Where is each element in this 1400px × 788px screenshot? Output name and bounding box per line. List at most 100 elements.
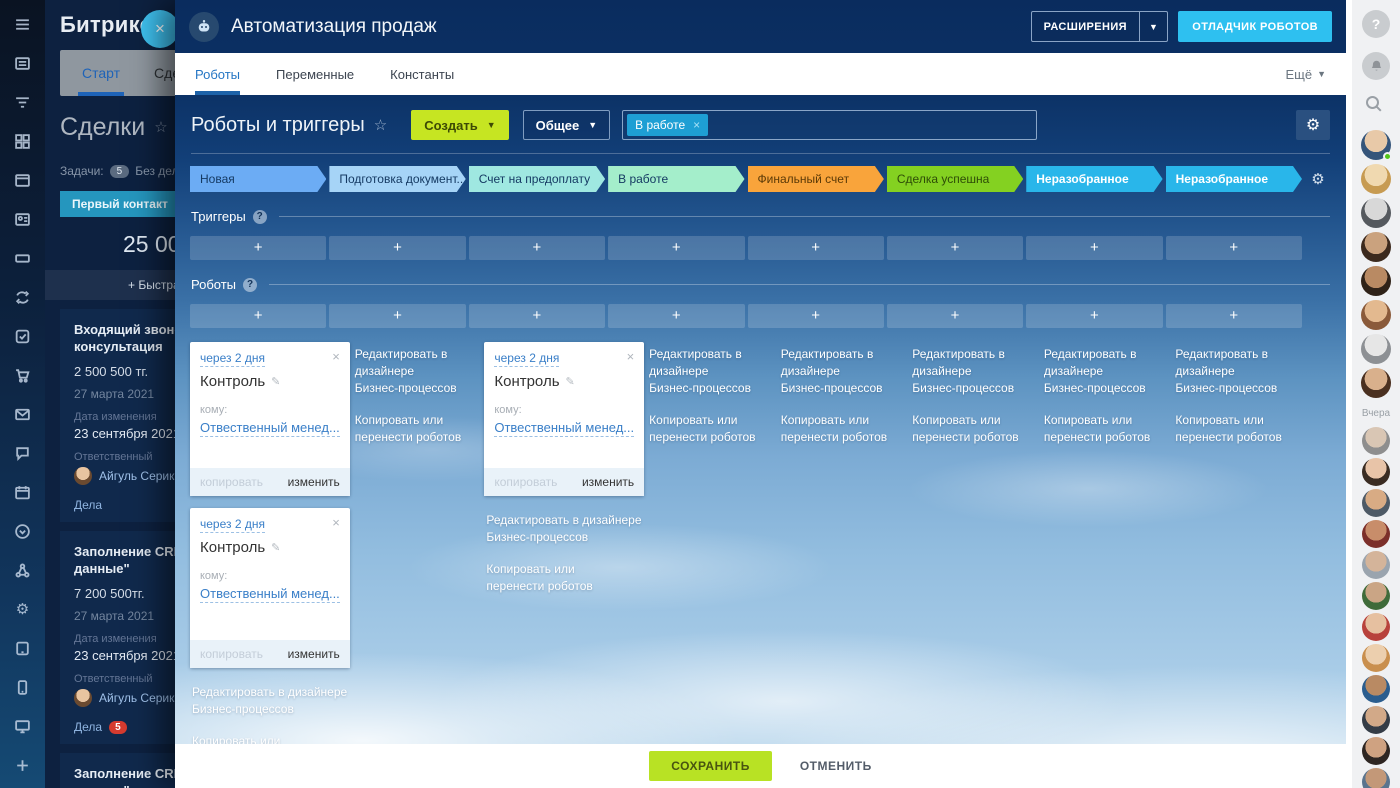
responsible-name[interactable]: Айгуль Серикбаева — [99, 691, 175, 705]
extensions-button[interactable]: РАСШИРЕНИЯ ▼ — [1031, 11, 1169, 42]
menu-icon[interactable] — [13, 14, 33, 34]
copy-or-move-link[interactable]: Копировать или — [486, 561, 642, 578]
add-trigger-button[interactable]: + — [608, 236, 744, 260]
tablet-icon[interactable] — [13, 638, 33, 658]
edit-in-designer-link[interactable]: Редактировать в дизайнере — [1175, 346, 1300, 380]
copy-or-move-link[interactable]: Копировать или — [1175, 412, 1300, 429]
edit-in-designer-link[interactable]: Редактировать в дизайнере — [192, 684, 348, 701]
search-icon[interactable] — [1364, 94, 1388, 118]
stages-settings-icon[interactable]: ⚙ — [1305, 166, 1331, 192]
activities-link[interactable]: Дела — [74, 498, 102, 512]
contacts-icon[interactable] — [13, 209, 33, 229]
copy-robot-button[interactable]: копировать — [200, 475, 263, 489]
edit-pencil-icon[interactable]: ✎ — [271, 541, 280, 554]
robot-delay-link[interactable]: через 2 дня — [494, 351, 559, 367]
robot-recipient-link[interactable]: Отвественный менед... — [200, 586, 340, 603]
robot-card[interactable]: через 2 дня× Контроль✎ кому: Отвественны… — [484, 342, 644, 496]
user-avatar[interactable] — [1362, 520, 1390, 548]
robot-delay-link[interactable]: через 2 дня — [200, 351, 265, 367]
updates-icon[interactable] — [13, 521, 33, 541]
copy-robot-button[interactable]: копировать — [200, 647, 263, 661]
deal-card[interactable]: Входящий звонок, первичная консультация … — [60, 309, 175, 522]
add-robot-button[interactable]: + — [1026, 304, 1162, 328]
scope-dropdown[interactable]: Общее▼ — [523, 110, 611, 140]
feed-icon[interactable] — [13, 53, 33, 73]
close-slider-button[interactable]: × — [141, 10, 179, 48]
edit-in-designer-link[interactable]: Редактировать в дизайнере — [1044, 346, 1169, 380]
delete-robot-icon[interactable]: × — [332, 517, 340, 529]
user-avatar[interactable] — [1361, 300, 1391, 330]
copy-or-move-link[interactable]: Копировать или — [1044, 412, 1169, 429]
user-avatar[interactable] — [1361, 368, 1391, 398]
copy-or-move-link[interactable]: Копировать или — [781, 412, 906, 429]
storage-icon[interactable] — [13, 248, 33, 268]
user-avatar[interactable] — [1362, 551, 1390, 579]
add-robot-button[interactable]: + — [748, 304, 884, 328]
edit-robot-button[interactable]: изменить — [288, 647, 340, 661]
user-avatar[interactable] — [1361, 130, 1391, 160]
tasks-icon[interactable] — [13, 326, 33, 346]
add-trigger-button[interactable]: + — [469, 236, 605, 260]
robot-recipient-link[interactable]: Отвественный менед... — [200, 420, 340, 437]
user-avatar[interactable] — [1362, 737, 1390, 765]
user-avatar[interactable] — [1361, 198, 1391, 228]
add-robot-button[interactable]: + — [469, 304, 605, 328]
stage-chip[interactable]: Счет на предоплату — [469, 166, 605, 192]
edit-in-designer-link[interactable]: Редактировать в дизайнере — [486, 512, 642, 529]
browser-window-icon[interactable] — [13, 170, 33, 190]
user-avatar[interactable] — [1361, 232, 1391, 262]
robot-recipient-link[interactable]: Отвественный менед... — [494, 420, 634, 437]
remove-chip-icon[interactable]: × — [693, 118, 700, 132]
robot-delay-link[interactable]: через 2 дня — [200, 517, 265, 533]
stage-chip[interactable]: Подготовка документ... — [329, 166, 465, 192]
help-icon[interactable]: ? — [253, 210, 267, 224]
filter-search-input[interactable]: В работе× — [622, 110, 1037, 140]
add-robot-button[interactable]: + — [190, 304, 326, 328]
tab-constants[interactable]: Константы — [390, 53, 454, 95]
stage-chip[interactable]: В работе — [608, 166, 744, 192]
edit-in-designer-link[interactable]: Редактировать в дизайнере — [781, 346, 906, 380]
user-avatar[interactable] — [1361, 164, 1391, 194]
robot-card[interactable]: через 2 дня× Контроль✎ кому: Отвественны… — [190, 508, 350, 668]
cancel-button[interactable]: ОТМЕНИТЬ — [800, 759, 872, 773]
tab-variables[interactable]: Переменные — [276, 53, 354, 95]
stage-chip[interactable]: Неразобранное — [1026, 166, 1162, 192]
add-trigger-button[interactable]: + — [887, 236, 1023, 260]
stage-chip[interactable]: Финальный счет — [748, 166, 884, 192]
delete-robot-icon[interactable]: × — [332, 351, 340, 363]
help-icon[interactable]: ? — [243, 278, 257, 292]
mail-icon[interactable] — [13, 404, 33, 424]
add-robot-button[interactable]: + — [1166, 304, 1302, 328]
tab-start[interactable]: Старт — [82, 50, 120, 96]
user-avatar[interactable] — [1362, 613, 1390, 641]
stage-chip[interactable]: Неразобранное — [1166, 166, 1302, 192]
sync-icon[interactable] — [13, 287, 33, 307]
robot-name[interactable]: Контроль — [200, 373, 265, 390]
network-icon[interactable] — [13, 560, 33, 580]
cart-icon[interactable] — [13, 365, 33, 385]
favorite-star-icon[interactable]: ☆ — [154, 118, 167, 136]
user-avatar[interactable] — [1362, 768, 1390, 788]
filter-icon[interactable] — [13, 92, 33, 112]
copy-or-move-link[interactable]: Копировать или — [649, 412, 774, 429]
robot-debugger-button[interactable]: ОТЛАДЧИК РОБОТОВ — [1178, 11, 1332, 42]
chevron-down-icon[interactable]: ▼ — [1140, 22, 1167, 32]
add-robot-button[interactable]: + — [608, 304, 744, 328]
calendar-icon[interactable] — [13, 482, 33, 502]
add-robot-button[interactable]: + — [887, 304, 1023, 328]
edit-robot-button[interactable]: изменить — [582, 475, 634, 489]
delete-robot-icon[interactable]: × — [627, 351, 635, 363]
user-avatar[interactable] — [1362, 706, 1390, 734]
save-button[interactable]: СОХРАНИТЬ — [649, 751, 772, 781]
add-robot-button[interactable]: + — [329, 304, 465, 328]
user-avatar[interactable] — [1362, 489, 1390, 517]
user-avatar[interactable] — [1362, 675, 1390, 703]
copy-or-move-link[interactable]: Копировать или — [912, 412, 1037, 429]
stage-header-first-contact[interactable]: Первый контакт — [60, 191, 175, 217]
edit-in-designer-link[interactable]: Редактировать в дизайнере — [912, 346, 1037, 380]
more-menu[interactable]: Ещё▼ — [1285, 53, 1326, 95]
user-avatar[interactable] — [1362, 458, 1390, 486]
deal-title[interactable]: Входящий звонок, первичная консультация — [74, 321, 175, 355]
deal-title[interactable]: Заполнение CRM-формы "Контактные данные" — [74, 543, 175, 577]
user-avatar[interactable] — [1361, 266, 1391, 296]
